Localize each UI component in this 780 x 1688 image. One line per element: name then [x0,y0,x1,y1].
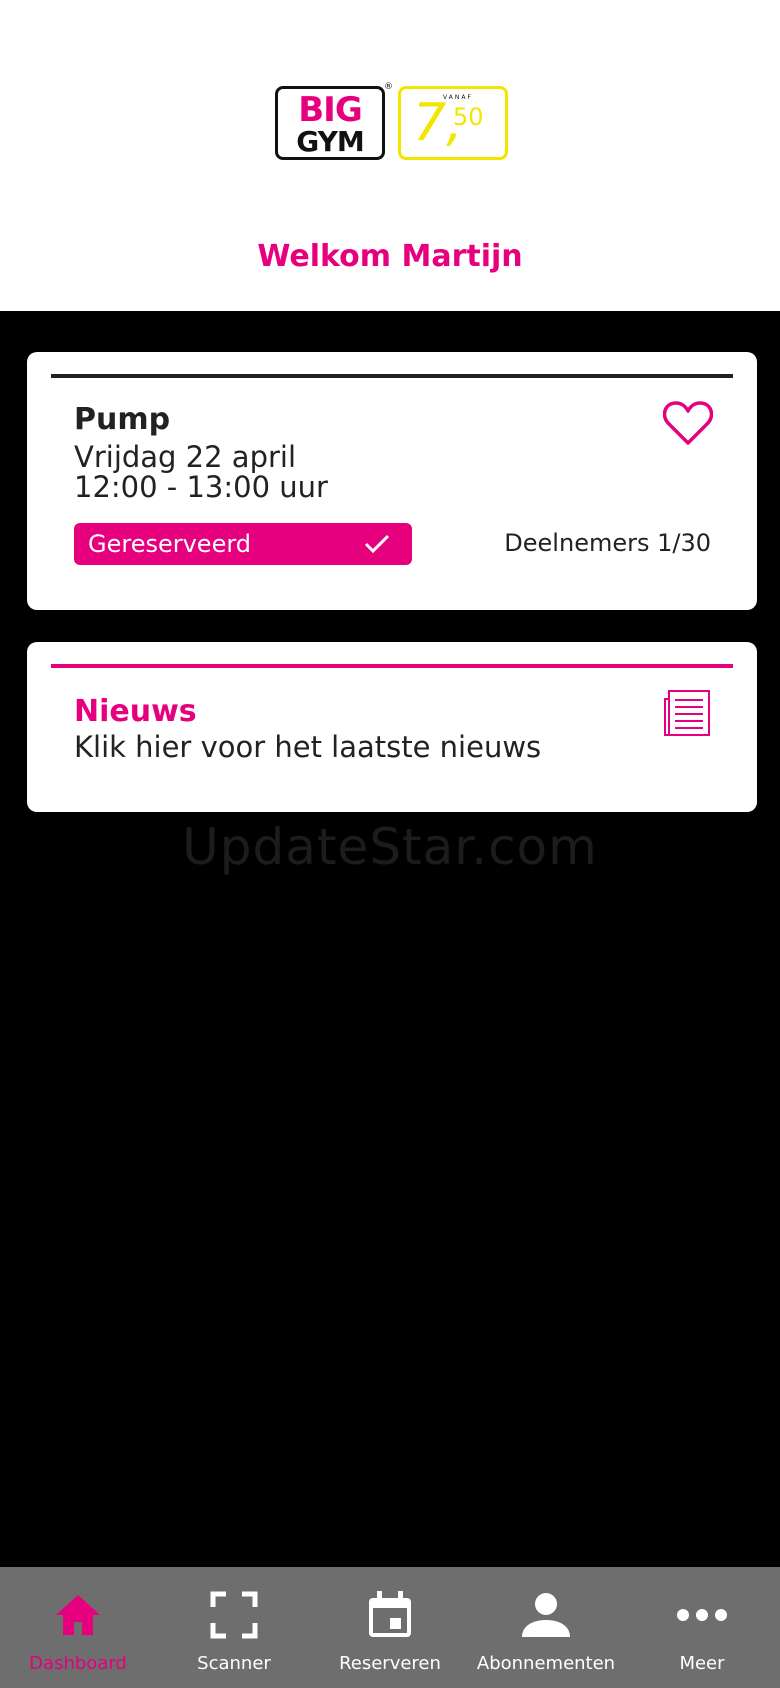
bottom-navigation: Dashboard Scanner Reserveren Abonnemente… [0,1567,780,1688]
class-card[interactable]: Pump Vrijdag 22 april 12:00 - 13:00 uur … [27,352,757,610]
class-date: Vrijdag 22 april [74,440,297,474]
logo-registered-mark: ® [384,82,393,92]
news-title: Nieuws [74,694,197,729]
nav-abonnementen[interactable]: Abonnementen [468,1567,624,1688]
nav-label-reserveren: Reserveren [339,1653,441,1674]
nav-meer[interactable]: Meer [624,1567,780,1688]
nav-label-scanner: Scanner [197,1653,271,1674]
logo-price-cents: 50 [453,103,484,131]
nav-reserveren[interactable]: Reserveren [312,1567,468,1688]
news-description: Klik hier voor het laatste nieuws [74,730,542,764]
logo-text-gym: GYM [296,125,365,158]
bigym-logo: BIG GYM ® VANAF 7, 50 [275,83,510,164]
reserved-status-label: Gereserveerd [88,530,252,558]
calendar-icon [369,1591,411,1637]
participants-count: Deelnemers 1/30 [504,529,711,557]
logo-big-gym: BIG GYM ® [275,83,393,160]
class-title: Pump [74,402,171,437]
nav-label-dashboard: Dashboard [29,1653,127,1674]
nav-label-abonnementen: Abonnementen [476,1653,616,1674]
scan-frame-icon [210,1591,258,1639]
card-divider [51,664,733,668]
reserved-status-button[interactable]: Gereserveerd [74,523,412,565]
checkmark-icon [364,534,390,554]
news-card[interactable]: Nieuws Klik hier voor het laatste nieuws [27,642,757,812]
class-time: 12:00 - 13:00 uur [74,470,328,504]
app-header: BIG GYM ® VANAF 7, 50 Welkom Martijn [0,0,780,311]
more-dots-icon [677,1609,727,1621]
person-icon [522,1593,570,1637]
nav-scanner[interactable]: Scanner [156,1567,312,1688]
nav-dashboard[interactable]: Dashboard [0,1567,156,1688]
nav-label-meer: Meer [679,1653,725,1674]
card-divider [51,374,733,378]
logo-text-big: BIG [298,90,362,130]
newspaper-icon [664,690,710,736]
heart-outline-icon[interactable] [663,400,713,446]
logo-price-badge: VANAF 7, 50 [398,86,508,160]
welcome-heading: Welkom Martijn [257,239,523,274]
watermark: UpdateStar.com [182,818,598,876]
home-icon [56,1595,100,1635]
